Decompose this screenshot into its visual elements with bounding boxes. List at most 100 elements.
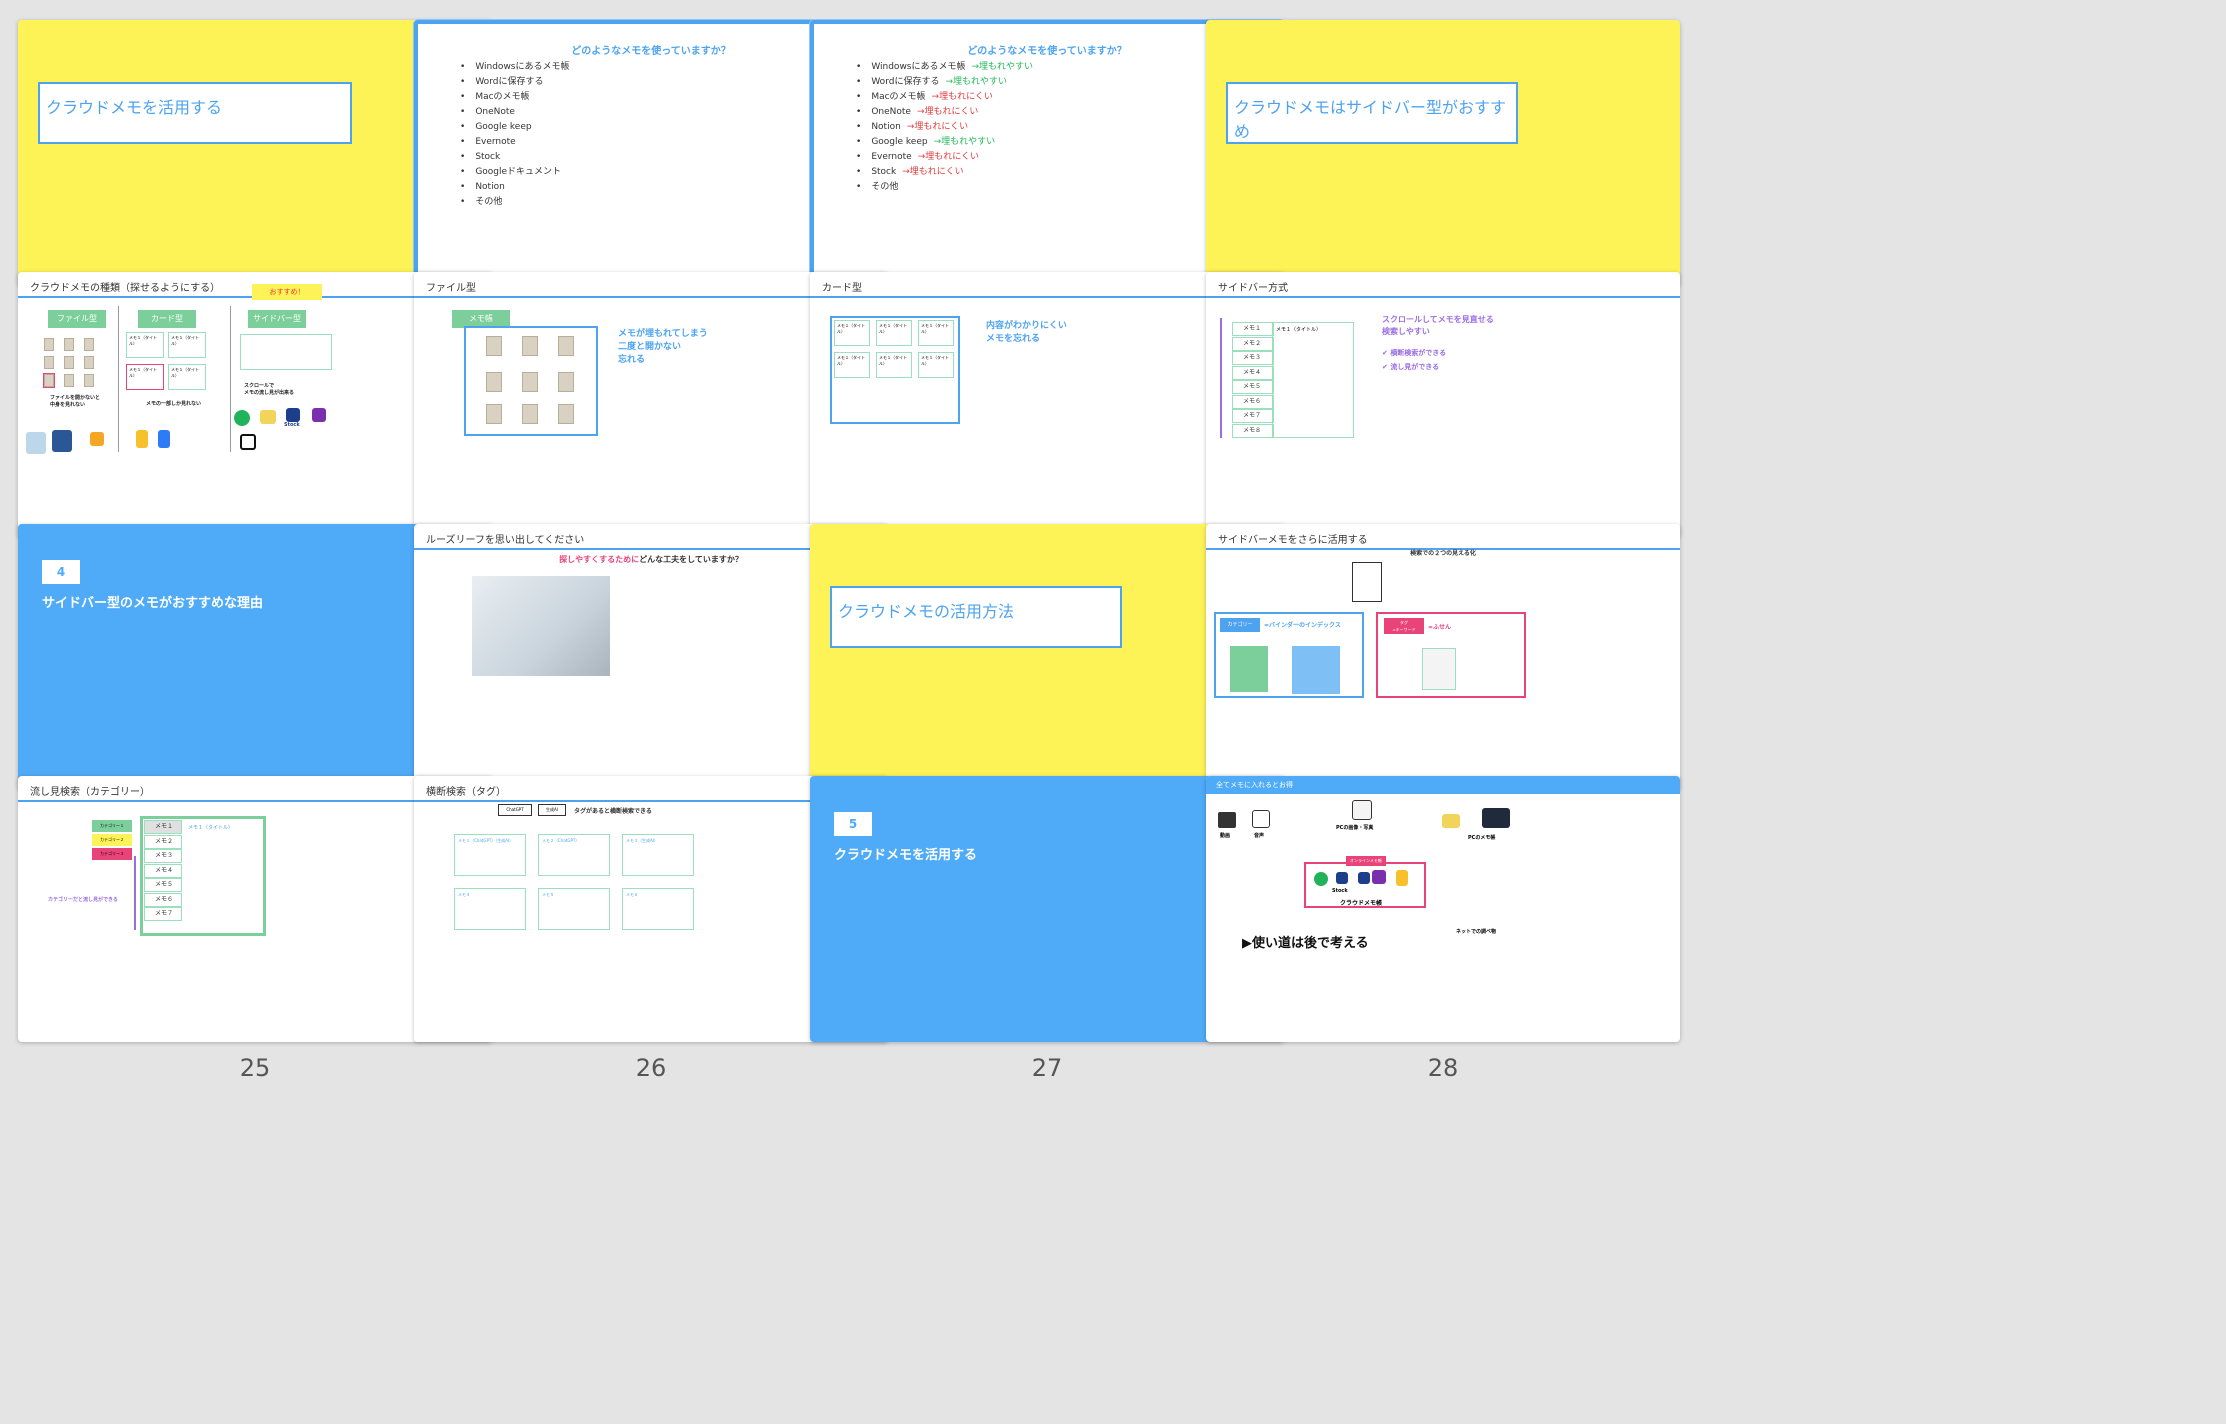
- memo-name: OneNote: [871, 107, 911, 117]
- scroll-arrow: [1220, 318, 1222, 438]
- memo-list: Windowsにあるメモ帳 →埋もれやすい Wordに保存する →埋もれやすい Macの…: [856, 60, 1033, 195]
- memo-list-item: Google keep →埋もれやすい: [856, 135, 1033, 150]
- divider: [118, 306, 119, 452]
- memo-pane: メモ１（タイトル）: [1272, 322, 1354, 438]
- card: メモ１（タイトル）: [834, 320, 870, 346]
- slide-thumbnail[interactable]: クラウドメモはサイドバー型がおすすめ Copyright © Thumaseli…: [1206, 20, 1680, 286]
- memo-name: Notion: [871, 122, 901, 132]
- sidebar-memo-item[interactable]: メモ１: [144, 820, 182, 834]
- memo-card[interactable]: メモ１（ChatGPT）（生成AI）: [454, 834, 526, 876]
- file-icon: [64, 338, 74, 351]
- sidebar-memo-item[interactable]: メモ７: [144, 907, 182, 921]
- stock-label: Stock: [284, 422, 300, 428]
- memo-title: メモ１（タイトル）: [188, 825, 234, 831]
- card: メモ１（タイトル）: [168, 364, 206, 390]
- slide-subtitle: 検索での２つの見える化: [1410, 550, 1476, 557]
- tagged-doc: [1422, 648, 1456, 690]
- memo-list-item: Wordに保存する →埋もれやすい: [856, 75, 1033, 90]
- file-icon: [84, 374, 94, 387]
- slide-thumbnail[interactable]: 全てメモに入れるとお得 動画 音声 PCの画像・写真 PCのメモ帳 オンラインメ…: [1206, 776, 1680, 1042]
- google-docs-icon: [158, 430, 170, 448]
- file-icon: [558, 404, 574, 424]
- sidebar-memo-item[interactable]: メモ２: [144, 834, 182, 849]
- memo-card[interactable]: メモ２（ChatGPT）: [538, 834, 610, 876]
- video-label: 動画: [1220, 833, 1231, 839]
- slide-title: クラウドメモはサイドバー型がおすすめ: [1226, 82, 1518, 144]
- memo-card[interactable]: メモ５: [538, 888, 610, 930]
- slide-thumbnail[interactable]: サイドバーメモをさらに活用する 検索での２つの見える化 カテゴリー =バインダー…: [1206, 524, 1680, 790]
- evernote-icon: [1314, 872, 1328, 886]
- stock-label: Stock: [1332, 888, 1348, 894]
- memo-list: Windowsにあるメモ帳Wordに保存するMacのメモ帳OneNoteGoog…: [460, 60, 570, 210]
- file-icon: [43, 373, 55, 388]
- memo-note: →埋もれにくい: [917, 152, 980, 162]
- sidebar-memo-item[interactable]: メモ５: [1232, 380, 1274, 394]
- sidebar-memo-item[interactable]: メモ７: [1232, 409, 1274, 423]
- memo-note: →埋もれやすい: [971, 62, 1034, 72]
- stock-icon: [1336, 872, 1348, 884]
- card: メモ１（タイトル）: [876, 320, 912, 346]
- pc-memo-label: PCのメモ帳: [1468, 835, 1496, 841]
- memo-name: Windowsにあるメモ帳: [871, 62, 966, 72]
- slide-text: 内容がわかりにくい メモを忘れる: [986, 321, 1067, 344]
- web-research-label: ネットでの調べ物: [1456, 929, 1497, 935]
- category-note: カテゴリーだと流し見ができる: [48, 897, 118, 903]
- sidebar-memo-item[interactable]: メモ８: [1232, 423, 1274, 438]
- slide-thumbnail[interactable]: サイドバー方式 メモ１ メモ２ メモ３ メモ４ メモ５ メモ６ メモ７ メモ８ メモ１（タイト…: [1206, 272, 1680, 538]
- file-icon: [522, 372, 538, 392]
- category-eq: =バインダーのインデックス: [1264, 622, 1341, 629]
- sidebar-memo-item[interactable]: メモ２: [1232, 336, 1274, 351]
- tag-chip: ChatGPT: [498, 804, 532, 816]
- word-icon: [52, 430, 72, 452]
- speaker-icon: [1252, 810, 1270, 828]
- col-label-sidebar: サイドバー型: [248, 310, 306, 328]
- category-tab[interactable]: カテゴリー１: [92, 820, 132, 832]
- file-icon: [44, 338, 54, 351]
- notion-icon: [240, 434, 256, 450]
- binder-icon: [1292, 646, 1340, 694]
- sidebar-memo-item[interactable]: メモ６: [144, 892, 182, 907]
- slide-text: スクロールしてメモを見直せる 検索しやすい: [1382, 315, 1494, 336]
- google-keep-icon: [1396, 870, 1408, 886]
- notes-icon: [1442, 814, 1460, 828]
- memo-list-item: Google keep: [460, 120, 570, 135]
- sidebar-memo-item[interactable]: メモ４: [144, 863, 182, 878]
- note-file: ファイルを開かないと 中身を見れない: [50, 395, 101, 408]
- cloud-memo-label: クラウドメモ帳: [1340, 900, 1383, 907]
- sidebar-memo-item[interactable]: メモ３: [1232, 351, 1274, 365]
- file-icon: [558, 372, 574, 392]
- sidebar-memo-item[interactable]: メモ３: [144, 849, 182, 863]
- file-icon: [486, 372, 502, 392]
- memo-name: Stock: [871, 167, 897, 177]
- file-icon: [84, 356, 94, 369]
- sidebar-memo-item[interactable]: メモ１: [1232, 322, 1274, 336]
- file-icon: [64, 374, 74, 387]
- card: メモ１（タイトル）: [834, 352, 870, 378]
- memo-note: →埋もれやすい: [933, 137, 996, 147]
- file-icon: [522, 336, 538, 356]
- category-tab[interactable]: カテゴリー３: [92, 848, 132, 860]
- memo-name: その他: [871, 182, 899, 192]
- memo-list-item: Googleドキュメント: [460, 165, 570, 180]
- stock-icon: [286, 408, 300, 422]
- audio-label: 音声: [1254, 833, 1265, 839]
- file-icon: [486, 336, 502, 356]
- google-keep-icon: [136, 430, 148, 448]
- memo-card[interactable]: メモ３（生成AI）: [622, 834, 694, 876]
- slide-title: クラウドメモを活用する: [38, 82, 352, 144]
- sidebar-memo-item[interactable]: メモ４: [1232, 365, 1274, 380]
- sidebar-memo-item[interactable]: メモ６: [1232, 394, 1274, 409]
- slide-header: 全てメモに入れるとお得: [1206, 776, 1680, 794]
- check-item: ✔ 流し見ができる: [1382, 363, 1440, 371]
- memo-list-item: Evernote: [460, 135, 570, 150]
- card: メモ１（タイトル）: [876, 352, 912, 378]
- memo-name: Macのメモ帳: [871, 92, 926, 102]
- category-tab[interactable]: カテゴリー２: [92, 834, 132, 846]
- memo-card[interactable]: メモ６: [622, 888, 694, 930]
- onenote-icon: [1372, 870, 1386, 884]
- memo-list-item: Stock →埋もれにくい: [856, 165, 1033, 180]
- sidebar-memo-item[interactable]: メモ５: [144, 878, 182, 892]
- memo-card[interactable]: メモ４: [454, 888, 526, 930]
- evernote-icon: [234, 410, 250, 426]
- tag-chip: 生成AI: [538, 804, 566, 816]
